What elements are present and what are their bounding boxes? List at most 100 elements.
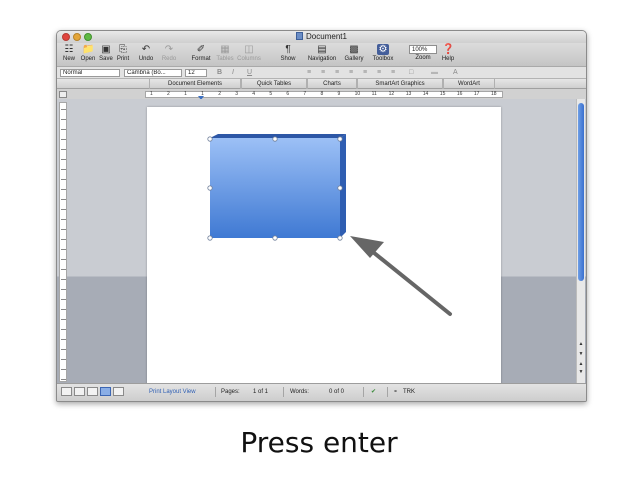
ruler-number: 13 [405,91,412,97]
undo-icon: ↶ [141,44,151,55]
numbering-icon[interactable]: ≡ [363,68,367,77]
undo-button[interactable]: ↶ Undo [137,44,155,62]
tables-label: Tables [216,56,234,62]
new-button[interactable]: ☷ New [60,44,78,62]
ruler-row: 1 2 1 1 2 3 4 5 6 7 8 9 10 11 12 13 14 15 16 17 18 [57,89,586,100]
align-right-icon[interactable]: ≡ [335,68,339,77]
spelling-check-icon[interactable]: ✔ [371,388,376,396]
horizontal-ruler[interactable]: 1 2 1 1 2 3 4 5 6 7 8 9 10 11 12 13 14 15 16 17 18 [145,91,503,100]
tab-stop-selector[interactable] [59,91,67,98]
previous-page-icon[interactable]: ▲ [578,361,584,368]
redo-label: Redo [161,56,177,62]
font-size-select[interactable]: 12 [185,69,207,77]
help-icon: ❓ [442,44,455,55]
ruler-tick [61,129,66,130]
ruler-tick [61,299,66,300]
ruler-tick [61,289,66,290]
vertical-scrollbar[interactable]: ▲ ▼ ▲ ▼ [576,99,585,385]
redo-button[interactable]: ↷ Redo [160,44,178,62]
vertical-ruler[interactable] [59,102,67,382]
align-center-icon[interactable]: ≡ [321,68,325,77]
undo-label: Undo [138,56,154,62]
draft-view-button[interactable] [61,387,72,396]
ruler-tick [61,279,66,280]
underline-icon[interactable]: U [247,68,252,77]
ruler-tick [61,179,66,180]
open-button[interactable]: 📁 Open [79,44,97,62]
save-button[interactable]: ▣ Save [98,44,114,62]
font-select[interactable]: Cambria (Bo... [124,69,182,77]
bullets-icon[interactable]: ≡ [349,68,353,77]
publishing-view-button[interactable] [87,387,98,396]
indent-icon[interactable]: ≡ [391,68,395,77]
ruler-number: 3 [235,91,239,97]
tab-charts[interactable]: Charts [307,79,357,89]
scroll-up-icon[interactable]: ▲ [578,341,584,348]
window-title: Document1 [57,32,586,41]
tables-button[interactable]: ▦ Tables [215,44,235,62]
tab-smartart-graphics[interactable]: SmartArt Graphics [357,79,443,89]
columns-button[interactable]: ◫ Columns [237,44,261,62]
folder-icon: 📁 [82,44,95,55]
help-button[interactable]: ❓ Help [439,44,457,62]
ruler-tick [61,379,66,380]
ruler-tick [61,309,66,310]
ruler-tick [61,139,66,140]
tab-wordart[interactable]: WordArt [443,79,495,89]
notebook-view-button[interactable] [113,387,124,396]
save-icon: ▣ [101,44,111,55]
format-label: Format [191,56,211,62]
save-label: Save [99,56,113,62]
tab-quick-tables[interactable]: Quick Tables [241,79,307,89]
borders-icon[interactable]: □ [409,68,413,77]
ruler-tick [61,189,66,190]
toolbox-label: Toolbox [372,56,394,62]
scrollbar-thumb[interactable] [578,103,584,281]
toolbox-button[interactable]: ⚙ Toolbox [369,44,397,62]
ruler-number: 6 [286,91,290,97]
status-bar: Print Layout View Pages: 1 of 1 Words: 0… [57,383,586,401]
gallery-button[interactable]: ▩ Gallery [342,44,366,62]
redo-icon: ↷ [164,44,174,55]
show-label: Show [280,56,296,62]
ruler-number: 9 [337,91,341,97]
ruler-number: 11 [371,91,377,97]
standard-toolbar: ☷ New 📁 Open ▣ Save ⎘ Print ↶ Undo ↷ Red… [57,43,586,67]
ruler-tick [61,119,66,120]
pages-label: Pages: [221,389,240,395]
font-color-icon[interactable]: A [453,68,458,77]
gallery-label: Gallery [344,56,364,62]
track-changes-icon[interactable]: ⚬ [393,388,398,396]
italic-icon[interactable]: I [232,68,234,77]
navigation-label: Navigation [307,56,337,62]
print-layout-view-button[interactable] [100,387,111,396]
document-page[interactable] [147,107,501,385]
ruler-number: 18 [490,91,497,97]
toolbox-icon: ⚙ [377,44,389,55]
next-page-icon[interactable]: ▼ [578,369,584,376]
scroll-down-icon[interactable]: ▼ [578,351,584,358]
track-changes-label[interactable]: TRK [403,388,415,396]
highlight-icon[interactable]: ▬ [431,68,438,77]
outdent-icon[interactable]: ≡ [377,68,381,77]
ruler-number: 2 [218,91,221,97]
zoom-select[interactable]: 100% [409,45,437,54]
ruler-number: 5 [269,91,273,97]
ruler-tick [61,219,66,220]
print-button[interactable]: ⎘ Print [115,44,131,62]
format-button[interactable]: ✐ Format [191,44,211,62]
bold-icon[interactable]: B [217,68,222,77]
style-select[interactable]: Normal [60,69,120,77]
navigation-button[interactable]: ▤ Navigation [304,44,340,62]
ruler-number: 12 [388,91,395,97]
pilcrow-icon: ¶ [285,44,291,55]
show-button[interactable]: ¶ Show [279,44,297,62]
ruler-number: 15 [439,91,446,97]
tab-document-elements[interactable]: Document Elements [149,79,241,89]
ruler-tick [61,339,66,340]
zoom-control[interactable]: 100% Zoom [403,44,443,61]
outline-view-button[interactable] [74,387,85,396]
ruler-tick [61,169,66,170]
print-icon: ⎘ [119,44,127,55]
align-left-icon[interactable]: ≡ [307,68,311,77]
